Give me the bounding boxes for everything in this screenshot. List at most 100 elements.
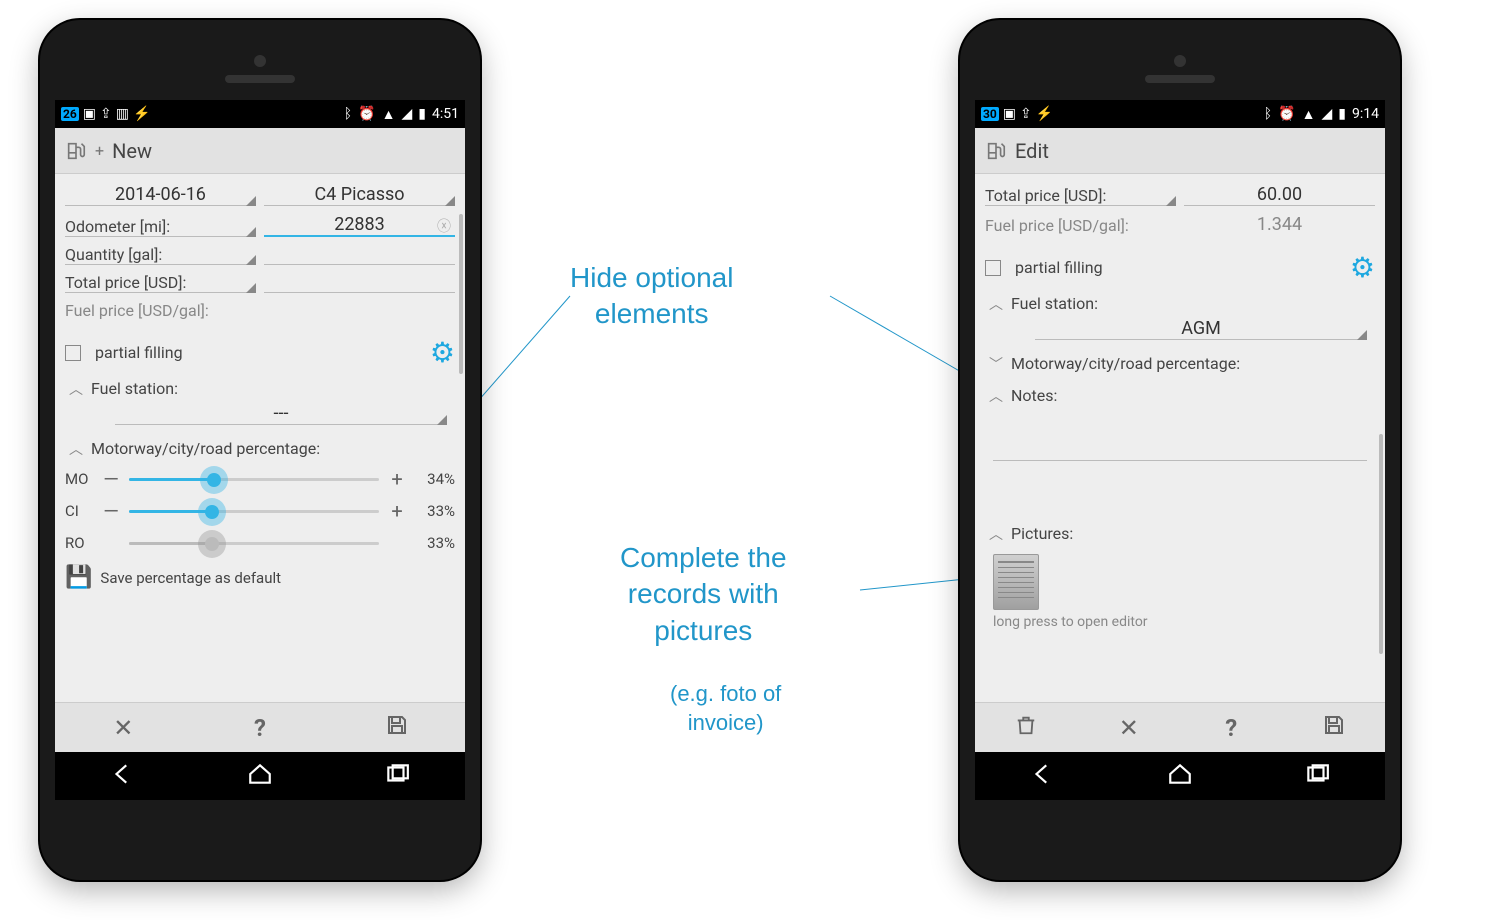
minus-button[interactable]: — xyxy=(101,499,121,523)
scrollbar[interactable] xyxy=(1379,434,1383,654)
quantity-label-cell[interactable]: Quantity [gal]: xyxy=(65,245,256,265)
fuelprice-value: 1.344 xyxy=(1184,214,1375,235)
scrollbar[interactable] xyxy=(459,214,463,374)
partial-filling-checkbox[interactable] xyxy=(65,345,81,361)
picture-thumbnail[interactable] xyxy=(993,554,1039,610)
wifi-icon: ▲ xyxy=(1302,106,1316,123)
partial-filling-checkbox[interactable] xyxy=(985,260,1001,276)
phone-mockup-right: 30 ▣ ⇪ ⚡ ᛒ ⏰ ▲ ◢ ▮ 9:14 Edit Total price… xyxy=(960,20,1400,880)
total-input[interactable]: 60.00 xyxy=(1184,184,1375,206)
pictures-caption: long press to open editor xyxy=(993,610,1375,630)
status-badge: 26 xyxy=(61,107,79,121)
minus-button[interactable]: — xyxy=(101,467,121,491)
slider-ro[interactable] xyxy=(129,542,379,545)
trash-icon xyxy=(1015,714,1037,736)
percentage-section[interactable]: ︿ Motorway/city/road percentage: xyxy=(65,431,455,463)
quantity-input[interactable] xyxy=(264,245,455,265)
signal-icon: ◢ xyxy=(402,106,413,122)
fuel-station-label: Fuel station: xyxy=(1011,294,1098,313)
alarm-icon: ⏰ xyxy=(358,106,375,122)
bluetooth-icon: ᛒ xyxy=(344,106,352,122)
plus-button[interactable]: + xyxy=(387,467,407,491)
slider-ci[interactable] xyxy=(129,510,379,513)
app-titlebar: + New xyxy=(55,128,465,174)
help-button[interactable]: ? xyxy=(1180,714,1283,742)
recent-button[interactable] xyxy=(1304,761,1330,791)
plus-button[interactable]: + xyxy=(387,499,407,523)
status-time: 4:51 xyxy=(432,106,459,122)
fuel-station-value: AGM xyxy=(1035,318,1367,339)
save-percentage-label: Save percentage as default xyxy=(100,569,281,587)
save-button[interactable] xyxy=(328,713,465,743)
total-value: 60.00 xyxy=(1184,184,1375,205)
slider-ci-value: 33% xyxy=(415,502,455,520)
back-button[interactable] xyxy=(110,761,136,791)
odometer-input[interactable]: 22883 ⓧ xyxy=(264,214,455,237)
save-percentage-row[interactable]: 💾 Save percentage as default xyxy=(65,559,455,596)
clear-icon[interactable]: ⓧ xyxy=(437,216,451,236)
date-value: 2014-06-16 xyxy=(65,184,256,205)
fuel-station-section[interactable]: ︿ Fuel station: xyxy=(985,286,1375,318)
delete-button[interactable] xyxy=(975,714,1078,742)
total-input[interactable] xyxy=(264,273,455,293)
vehicle-value: C4 Picasso xyxy=(264,184,455,205)
nav-bar xyxy=(975,752,1385,800)
slider-ro-label: RO xyxy=(65,534,93,552)
percentage-label: Motorway/city/road percentage: xyxy=(91,439,320,458)
cancel-button[interactable]: ✕ xyxy=(55,714,192,742)
fuelprice-label: Fuel price [USD/gal]: xyxy=(65,301,209,320)
quantity-label: Quantity [gal]: xyxy=(65,245,162,264)
save-icon xyxy=(385,713,409,737)
signal-icon: ◢ xyxy=(1322,106,1333,122)
flash-icon: ⚡ xyxy=(1036,106,1053,122)
fuel-station-select[interactable]: AGM xyxy=(1035,318,1367,340)
status-badge: 30 xyxy=(981,107,999,121)
help-button[interactable]: ? xyxy=(192,714,329,742)
percentage-section[interactable]: ﹀ Motorway/city/road percentage: xyxy=(985,346,1375,378)
notes-input[interactable] xyxy=(993,460,1367,510)
app-titlebar: Edit xyxy=(975,128,1385,174)
save-button[interactable] xyxy=(1283,713,1386,743)
fuel-station-label: Fuel station: xyxy=(91,379,178,398)
notes-section[interactable]: ︿ Notes: xyxy=(985,378,1375,410)
save-icon xyxy=(1322,713,1346,737)
slider-ci-label: CI xyxy=(65,502,93,520)
battery-icon: ▮ xyxy=(418,106,426,122)
total-label-cell[interactable]: Total price [USD]: xyxy=(985,186,1176,206)
slider-row-ro: RO — + 33% xyxy=(65,527,455,559)
bluetooth-icon: ᛒ xyxy=(1264,106,1272,122)
pictures-section[interactable]: ︿ Pictures: xyxy=(985,516,1375,548)
form-content: Total price [USD]: 60.00 Fuel price [USD… xyxy=(975,174,1385,702)
fuelpump-icon xyxy=(65,140,87,162)
slider-row-mo: MO — + 34% xyxy=(65,463,455,495)
home-button[interactable] xyxy=(1167,761,1193,791)
odometer-value: 22883 xyxy=(264,214,455,235)
back-button[interactable] xyxy=(1030,761,1056,791)
chevron-up-icon: ︿ xyxy=(989,527,1003,543)
fuel-station-select[interactable]: --- xyxy=(115,403,447,425)
gear-icon[interactable]: ⚙ xyxy=(430,336,455,369)
recent-button[interactable] xyxy=(384,761,410,791)
action-bar: ✕ ? xyxy=(55,702,465,752)
battery-icon: ▮ xyxy=(1338,106,1346,122)
gear-icon[interactable]: ⚙ xyxy=(1350,251,1375,284)
fuel-station-value: --- xyxy=(115,403,447,424)
odometer-label-cell[interactable]: Odometer [mi]: xyxy=(65,217,256,237)
fuel-station-section[interactable]: ︿ Fuel station: xyxy=(65,371,455,403)
screen-right: 30 ▣ ⇪ ⚡ ᛒ ⏰ ▲ ◢ ▮ 9:14 Edit Total price… xyxy=(975,100,1385,800)
date-field[interactable]: 2014-06-16 xyxy=(65,184,256,206)
chevron-down-icon: ﹀ xyxy=(989,357,1003,373)
chevron-up-icon: ︿ xyxy=(69,382,83,398)
vehicle-field[interactable]: C4 Picasso xyxy=(264,184,455,206)
save-icon: 💾 xyxy=(65,565,92,590)
total-label-cell[interactable]: Total price [USD]: xyxy=(65,273,256,293)
slider-mo[interactable] xyxy=(129,478,379,481)
nav-bar xyxy=(55,752,465,800)
home-button[interactable] xyxy=(247,761,273,791)
slider-mo-value: 34% xyxy=(415,470,455,488)
image-icon: ▣ xyxy=(83,106,96,122)
status-time: 9:14 xyxy=(1352,106,1379,122)
total-label: Total price [USD]: xyxy=(985,186,1106,205)
chevron-up-icon: ︿ xyxy=(69,442,83,458)
cancel-button[interactable]: ✕ xyxy=(1078,714,1181,742)
